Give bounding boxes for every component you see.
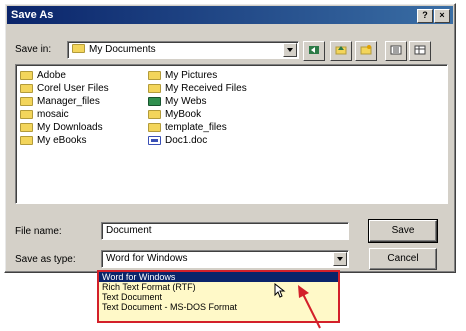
file-item-doc1[interactable]: Doc1.doc (148, 134, 247, 147)
save-as-type-combo[interactable]: Word for Windows (101, 250, 349, 268)
list-view-button[interactable] (385, 41, 407, 61)
file-item-adobe[interactable]: Adobe (20, 69, 109, 82)
save-as-type-value: Word for Windows (106, 253, 188, 264)
save-as-dialog: Save As ? × Save in: My Documents Adobe … (4, 3, 456, 273)
file-name: My Received Files (165, 83, 247, 94)
title-bar: Save As ? × (7, 6, 453, 24)
file-name: mosaic (37, 109, 69, 120)
file-list[interactable]: Adobe Corel User Files Manager_files mos… (15, 64, 448, 204)
save-in-label: Save in: (15, 44, 52, 55)
up-folder-icon (335, 46, 347, 55)
folder-icon (20, 97, 33, 106)
folder-icon (148, 110, 161, 119)
file-item-my-downloads[interactable]: My Downloads (20, 121, 109, 134)
folder-icon (148, 123, 161, 132)
details-view-button[interactable] (409, 41, 431, 61)
file-name: template_files (165, 122, 227, 133)
folder-icon (20, 84, 33, 93)
annotation-arrow-icon (298, 285, 321, 329)
file-item-mybook[interactable]: MyBook (148, 108, 247, 121)
back-arrow-icon (309, 46, 319, 54)
details-view-icon (414, 45, 426, 55)
close-button[interactable]: × (434, 9, 450, 23)
file-name: Adobe (37, 70, 66, 81)
file-column-2: My Pictures My Received Files My Webs My… (148, 69, 247, 147)
file-item-template-files[interactable]: template_files (148, 121, 247, 134)
file-item-my-ebooks[interactable]: My eBooks (20, 134, 109, 147)
new-folder-button[interactable] (355, 41, 377, 61)
save-in-value: My Documents (89, 44, 156, 55)
folder-icon (20, 136, 33, 145)
document-icon (148, 136, 161, 145)
save-as-type-dropdown-arrow-icon[interactable] (333, 252, 347, 266)
dialog-title: Save As (11, 9, 54, 21)
file-item-corel-user-files[interactable]: Corel User Files (20, 82, 109, 95)
back-button[interactable] (303, 41, 325, 61)
file-name: Doc1.doc (165, 135, 208, 146)
file-item-mosaic[interactable]: mosaic (20, 108, 109, 121)
file-name: My Pictures (165, 70, 218, 81)
folder-icon (20, 110, 33, 119)
save-in-dropdown-arrow-icon[interactable] (283, 43, 297, 57)
save-button[interactable]: Save (368, 219, 438, 243)
folder-icon (20, 123, 33, 132)
file-item-my-received-files[interactable]: My Received Files (148, 82, 247, 95)
file-name-input[interactable]: Document (101, 222, 349, 240)
mouse-cursor-icon (274, 283, 286, 298)
file-name: My Downloads (37, 122, 103, 133)
up-one-level-button[interactable] (330, 41, 352, 61)
file-name: Corel User Files (37, 83, 109, 94)
file-name-value: Document (106, 225, 152, 236)
folder-icon (148, 84, 161, 93)
file-column-1: Adobe Corel User Files Manager_files mos… (20, 69, 109, 147)
folder-icon (148, 71, 161, 80)
help-button[interactable]: ? (417, 9, 433, 23)
file-item-my-webs[interactable]: My Webs (148, 95, 247, 108)
web-folder-icon (148, 97, 161, 106)
file-name: My eBooks (37, 135, 87, 146)
file-item-my-pictures[interactable]: My Pictures (148, 69, 247, 82)
file-name: My Webs (165, 96, 207, 107)
file-name: MyBook (165, 109, 202, 120)
save-in-combo[interactable]: My Documents (67, 41, 299, 59)
file-name: Manager_files (37, 96, 100, 107)
save-as-type-label: Save as type: (15, 254, 76, 265)
file-item-manager-files[interactable]: Manager_files (20, 95, 109, 108)
folder-icon (20, 71, 33, 80)
list-view-icon (390, 45, 402, 55)
new-folder-icon (360, 45, 372, 55)
folder-icon (72, 44, 85, 53)
file-name-label: File name: (15, 226, 62, 237)
cancel-button[interactable]: Cancel (369, 248, 437, 270)
